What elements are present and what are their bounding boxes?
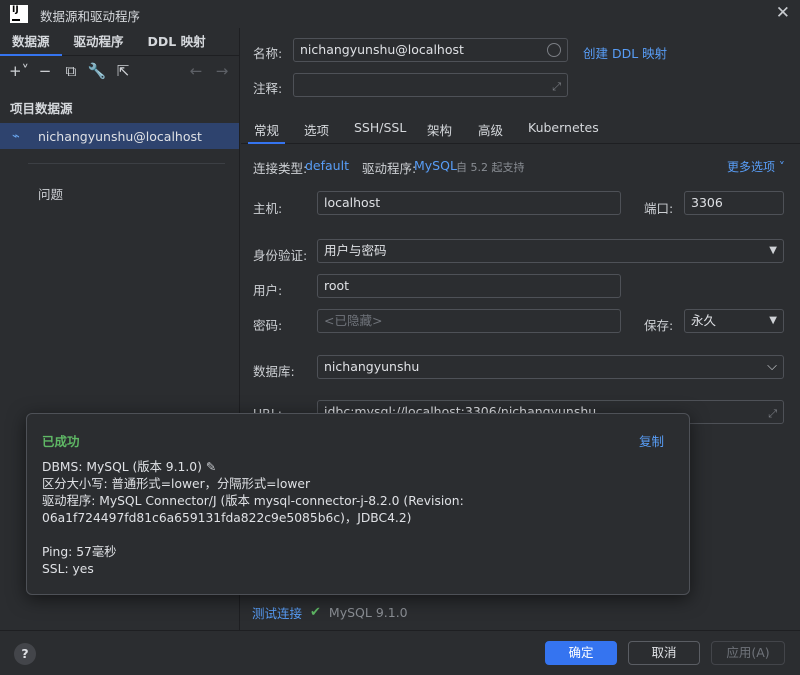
driver-label: 驱动程序: <box>362 161 417 176</box>
dropdown-arrow-icon: ▼ <box>769 315 777 326</box>
save-select-value: 永久 <box>691 313 717 328</box>
add-icon[interactable]: +˅ <box>8 60 30 82</box>
cancel-button[interactable]: 取消 <box>628 641 700 665</box>
forward-arrow-icon[interactable]: → <box>211 60 233 82</box>
dialog-footer: ? 确定 取消 应用(A) <box>0 630 800 675</box>
remove-icon[interactable]: − <box>34 60 56 82</box>
driver-value[interactable]: MySQL <box>414 158 457 173</box>
close-icon[interactable]: ✕ <box>776 3 790 23</box>
tab-ddl-mappings[interactable]: DDL 映射 <box>136 28 218 55</box>
settings-tabs: 常规 选项 SSH/SSL 架构 高级 Kubernetes <box>241 114 800 144</box>
copy-link[interactable]: 复制 <box>639 431 664 450</box>
user-field[interactable]: root <box>317 274 621 298</box>
ssl-line: SSL: yes <box>42 562 94 576</box>
host-field[interactable]: localhost <box>317 191 621 215</box>
back-arrow-icon[interactable]: ← <box>185 60 207 82</box>
save-label: 保存: <box>644 318 674 333</box>
test-connection-link[interactable]: 测试连接 <box>252 603 302 622</box>
success-status: 已成功 <box>42 434 80 449</box>
database-label: 数据库: <box>253 364 295 379</box>
dbms-text: DBMS: MySQL (版本 9.1.0) <box>42 460 202 474</box>
test-connection-row: 测试连接 ✔ MySQL 9.1.0 <box>252 603 408 622</box>
pencil-icon[interactable]: ✎ <box>206 460 216 474</box>
tab-schemas[interactable]: 架构 <box>427 120 452 139</box>
auth-label: 身份验证: <box>253 248 308 263</box>
expand-icon[interactable]: ⤢ <box>768 403 777 423</box>
connection-details: DBMS: MySQL (版本 9.1.0) ✎ 区分大小写: 普通形式=lowe… <box>42 459 672 578</box>
tab-datasources[interactable]: 数据源 <box>0 28 62 56</box>
name-label: 名称: <box>253 46 283 61</box>
case-sensitivity-line: 区分大小写: 普通形式=lower，分隔形式=lower <box>42 477 311 491</box>
left-toolbar: +˅ − ⧉ 🔧 ⇱ ← → <box>0 56 239 86</box>
tab-kubernetes[interactable]: Kubernetes <box>528 120 599 135</box>
tab-advanced[interactable]: 高级 <box>478 120 503 139</box>
tab-options[interactable]: 选项 <box>304 120 329 139</box>
driver-support-note: 自 5.2 起支持 <box>456 161 525 174</box>
tab-ssh-ssl[interactable]: SSH/SSL <box>354 120 406 135</box>
host-label: 主机: <box>253 201 283 216</box>
chevron-down-icon[interactable]: ⌵ <box>767 356 777 378</box>
driver-revision-line: 06a1f724497fd81c6a659131fda822c9e5085b6c… <box>42 511 412 525</box>
project-datasources-heading: 项目数据源 <box>10 101 73 116</box>
help-button[interactable]: ? <box>14 643 36 665</box>
port-label: 端口: <box>644 201 674 216</box>
database-field[interactable]: nichangyunshu ⌵ <box>317 355 784 379</box>
name-field-value: nichangyunshu@localhost <box>300 42 464 57</box>
user-label: 用户: <box>253 283 283 298</box>
dropdown-arrow-icon: ▼ <box>769 245 777 256</box>
comment-field[interactable]: ⤢ <box>293 73 568 97</box>
intellij-logo-icon: IJ <box>10 5 28 23</box>
open-external-icon[interactable]: ⇱ <box>112 60 134 82</box>
password-label: 密码: <box>253 318 283 333</box>
test-result-popup: 已成功 复制 DBMS: MySQL (版本 9.1.0) ✎ 区分大小写: 普通… <box>26 413 690 595</box>
connection-type-value[interactable]: default <box>305 158 349 173</box>
ping-line: Ping: 57毫秒 <box>42 545 117 559</box>
apply-button[interactable]: 应用(A) <box>711 641 785 665</box>
driver-line: 驱动程序: MySQL Connector/J (版本 mysql-connec… <box>42 494 464 508</box>
datasource-item[interactable]: ⌁ nichangyunshu@localhost <box>0 123 239 149</box>
dbms-line: DBMS: MySQL (版本 9.1.0) ✎ <box>42 459 672 476</box>
check-icon: ✔ <box>310 605 321 620</box>
window-title: 数据源和驱动程序 <box>40 9 141 24</box>
color-circle-icon[interactable] <box>547 43 561 57</box>
datasource-item-label: nichangyunshu@localhost <box>38 128 202 144</box>
comment-label: 注释: <box>253 81 283 96</box>
password-field[interactable]: <已隐藏> <box>317 309 621 333</box>
problems-item[interactable]: 问题 <box>0 164 239 203</box>
more-options-link[interactable]: 更多选项 ˅ <box>727 158 785 175</box>
ok-button[interactable]: 确定 <box>545 641 617 665</box>
create-ddl-mapping-link[interactable]: 创建 DDL 映射 <box>583 43 667 62</box>
expand-icon[interactable]: ⤢ <box>552 76 561 96</box>
port-field[interactable]: 3306 <box>684 191 784 215</box>
name-field[interactable]: nichangyunshu@localhost <box>293 38 568 62</box>
title-bar: IJ 数据源和驱动程序 ✕ <box>0 0 800 28</box>
tab-general[interactable]: 常规 <box>247 120 286 144</box>
auth-select-value: 用户与密码 <box>324 243 387 258</box>
test-result-text: MySQL 9.1.0 <box>328 605 408 620</box>
duplicate-icon[interactable]: ⧉ <box>60 60 82 82</box>
connection-type-label: 连接类型: <box>253 161 308 176</box>
tab-drivers[interactable]: 驱动程序 <box>62 28 136 55</box>
left-tabs: 数据源 驱动程序 DDL 映射 <box>0 28 239 56</box>
auth-select[interactable]: 用户与密码 ▼ <box>317 239 784 263</box>
database-field-value: nichangyunshu <box>324 359 420 374</box>
save-select[interactable]: 永久 ▼ <box>684 309 784 333</box>
mysql-icon: ⌁ <box>12 128 20 144</box>
wrench-icon[interactable]: 🔧 <box>86 60 108 82</box>
